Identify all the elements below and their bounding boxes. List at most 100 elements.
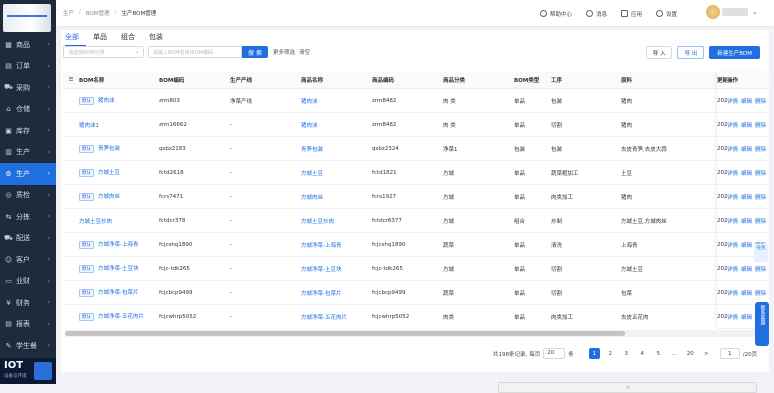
sidebar-item[interactable]: ¥ 财务 ›: [0, 292, 56, 314]
edit-link[interactable]: 编辑: [741, 217, 752, 225]
product-name-link[interactable]: 猪肉沫: [301, 123, 318, 129]
sidebar-item[interactable]: ▦ 商品 ›: [0, 34, 56, 56]
clear-link[interactable]: 清空: [299, 48, 310, 56]
product-name-link[interactable]: 方城土豆炒肉: [301, 219, 334, 225]
scrollbar-thumb[interactable]: [65, 331, 625, 336]
product-name-link[interactable]: 方城土豆: [301, 171, 323, 177]
import-button[interactable]: 导 入: [645, 46, 673, 59]
detail-link[interactable]: 详情: [727, 169, 738, 177]
tasks-float-button[interactable]: 任务: [754, 244, 768, 262]
iot-panel[interactable]: IOT 设备与环境: [0, 358, 56, 384]
sidebar-item[interactable]: ⛟ 配送 ›: [0, 228, 56, 250]
page-number[interactable]: 1: [588, 348, 600, 359]
detail-link[interactable]: 详情: [727, 313, 738, 321]
page-number[interactable]: 4: [637, 348, 648, 359]
detail-link[interactable]: 详情: [727, 121, 738, 129]
detail-link[interactable]: 详情: [727, 193, 738, 201]
page-number[interactable]: 20: [685, 348, 696, 359]
sidebar-item[interactable]: ▭ 业财 ›: [0, 271, 56, 293]
sidebar-item[interactable]: ⚙ 生产 ›: [0, 163, 56, 185]
column-settings-icon[interactable]: ☰: [63, 77, 79, 83]
sidebar-item[interactable]: ✎ 学生餐 ›: [0, 335, 56, 357]
bom-name-link[interactable]: 猪肉沫1: [79, 123, 99, 129]
detail-link[interactable]: 详情: [727, 145, 738, 153]
detail-link[interactable]: 详情: [727, 241, 738, 249]
wallet-icon: ▭: [5, 277, 12, 286]
detail-link[interactable]: 详情: [727, 217, 738, 225]
edit-link[interactable]: 编辑: [741, 241, 752, 249]
bom-name-link[interactable]: 方城净菜-上海青: [98, 242, 139, 248]
sidebar-item[interactable]: ▣ 库存 ›: [0, 120, 56, 142]
page-number[interactable]: 5: [653, 348, 664, 359]
chevron-down-icon[interactable]: ⌄: [752, 8, 758, 16]
search-input[interactable]: 请输入BOM名称/BOM编码: [148, 46, 242, 58]
sidebar-item[interactable]: ▤ 报表 ›: [0, 314, 56, 336]
sidebar-item[interactable]: ◎ 质检 ›: [0, 185, 56, 207]
settings-button[interactable]: 设置: [656, 10, 677, 18]
bom-name-link[interactable]: 方城净菜-包菜片: [98, 290, 139, 296]
bom-name-link[interactable]: 猪肉沫: [98, 98, 115, 104]
customer-service-button[interactable]: 联系客服: [755, 302, 769, 346]
next-page-button[interactable]: >: [701, 348, 712, 359]
messages-button[interactable]: 消息: [586, 10, 607, 18]
edit-link[interactable]: 编辑: [741, 121, 752, 129]
user-name[interactable]: [722, 8, 748, 16]
edit-link[interactable]: 编辑: [741, 193, 752, 201]
bom-name-link[interactable]: 方城肉丝: [98, 194, 120, 200]
bom-name-link[interactable]: 方城土豆炒肉: [79, 219, 112, 225]
bom-name-link[interactable]: 方城净菜-五花肉片: [98, 314, 144, 320]
help-center-button[interactable]: 帮助中心: [540, 10, 572, 18]
breadcrumb-item[interactable]: 生产: [63, 9, 74, 17]
sidebar-item[interactable]: ☺ 客户 ›: [0, 249, 56, 271]
page-size-select[interactable]: 20: [543, 348, 566, 359]
search-button[interactable]: 搜 索: [242, 46, 268, 58]
delete-link[interactable]: 删除: [755, 217, 766, 225]
detail-link[interactable]: 详情: [727, 97, 738, 105]
sidebar-item[interactable]: ⇆ 分拣 ›: [0, 206, 56, 228]
sidebar-item[interactable]: ▤ 订单 ›: [0, 56, 56, 78]
more-filters-link[interactable]: 更多筛选: [273, 48, 295, 56]
detail-link[interactable]: 详情: [727, 265, 738, 273]
bom-name-link[interactable]: 方城土豆: [98, 170, 120, 176]
sidebar-item[interactable]: ⛟ 采购 ›: [0, 77, 56, 99]
sidebar-item[interactable]: ▥ 生产 ›: [0, 142, 56, 164]
product-name-link[interactable]: 方城净菜-五花肉片: [301, 315, 347, 321]
edit-link[interactable]: 编辑: [741, 289, 752, 297]
product-name-link[interactable]: 方城净菜-土豆块: [301, 267, 342, 273]
edit-link[interactable]: 编辑: [741, 97, 752, 105]
delete-link[interactable]: 删除: [755, 193, 766, 201]
product-name-link[interactable]: 方城净菜-包菜片: [301, 291, 342, 297]
export-button[interactable]: 导 出: [677, 46, 705, 59]
tab-item[interactable]: 包装: [149, 32, 170, 46]
edit-link[interactable]: 编辑: [741, 313, 752, 321]
bom-name-link[interactable]: 方城净菜-土豆块: [98, 266, 139, 272]
detail-link[interactable]: 详情: [727, 289, 738, 297]
tab-item[interactable]: 组合: [121, 32, 142, 46]
avatar[interactable]: [706, 5, 720, 19]
product-name-link[interactable]: 方城肉丝: [301, 195, 323, 201]
page-number[interactable]: 3: [621, 348, 632, 359]
delete-link[interactable]: 删除: [755, 289, 766, 297]
breadcrumb-item[interactable]: BOM管理: [86, 9, 110, 17]
product-name-link[interactable]: 猪肉沫: [301, 99, 318, 105]
apps-button[interactable]: 应用: [621, 10, 642, 18]
bom-category-select[interactable]: 请选择BOM分类 ⌄: [63, 46, 144, 58]
edit-link[interactable]: 编辑: [741, 169, 752, 177]
delete-link[interactable]: 删除: [755, 145, 766, 153]
new-bom-button[interactable]: 新建生产BOM: [709, 46, 760, 59]
product-name-link[interactable]: 方城净菜-上海青: [301, 243, 342, 249]
delete-link[interactable]: 删除: [755, 169, 766, 177]
edit-link[interactable]: 编辑: [741, 145, 752, 153]
horizontal-scrollbar[interactable]: [65, 330, 765, 337]
sidebar-item[interactable]: ⌂ 仓储 ›: [0, 99, 56, 121]
delete-link[interactable]: 删除: [755, 121, 766, 129]
bom-name-link[interactable]: 青笋包装: [98, 146, 120, 152]
jump-page-input[interactable]: 1: [719, 348, 740, 359]
page-number[interactable]: 2: [605, 348, 616, 359]
delete-link[interactable]: 删除: [755, 265, 766, 273]
delete-link[interactable]: 删除: [755, 97, 766, 105]
tab-item[interactable]: 全部: [65, 32, 86, 46]
product-name-link[interactable]: 青笋包装: [301, 147, 323, 153]
tab-item[interactable]: 单品: [93, 32, 114, 46]
edit-link[interactable]: 编辑: [741, 265, 752, 273]
